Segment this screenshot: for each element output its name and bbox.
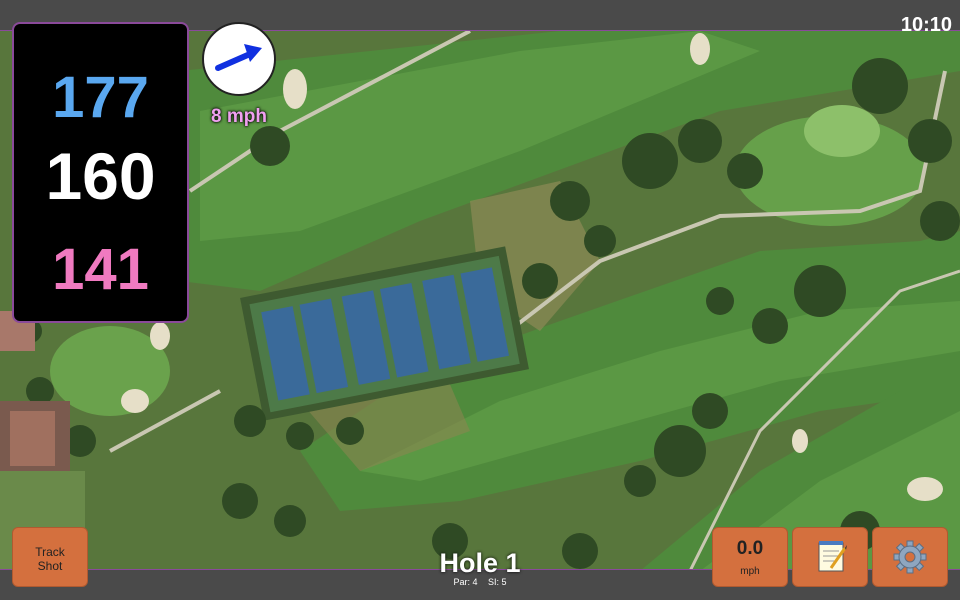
front-distance: 141 <box>52 237 149 302</box>
shot-speed-button[interactable]: 0.0 mph <box>712 527 788 587</box>
notes-button[interactable] <box>792 527 868 587</box>
settings-button[interactable] <box>872 527 948 587</box>
track-shot-label-line2: Shot <box>37 559 63 573</box>
distance-panel[interactable]: 177 160 141 <box>12 22 189 323</box>
wind-arrow-icon <box>215 44 262 71</box>
notepad-icon <box>818 541 847 572</box>
stroke-index-label: SI: 5 <box>488 577 507 587</box>
center-distance: 160 <box>45 139 156 213</box>
par-label: Par: 4 <box>453 577 478 587</box>
track-shot-label-line1: Track <box>35 545 65 559</box>
wind-speed-label: 8 mph <box>211 106 267 127</box>
gear-icon <box>893 540 927 574</box>
back-distance: 177 <box>52 65 149 130</box>
wind-indicator[interactable] <box>202 22 276 96</box>
hole-info: Par: 4 SI: 5 <box>380 577 580 587</box>
track-shot-button[interactable]: Track Shot <box>12 527 88 587</box>
clock-time: 10:10 <box>900 14 952 36</box>
shot-speed-value: 0.0 <box>736 538 764 559</box>
hole-title: Hole 1 <box>439 548 521 578</box>
shot-speed-unit: mph <box>740 566 760 577</box>
